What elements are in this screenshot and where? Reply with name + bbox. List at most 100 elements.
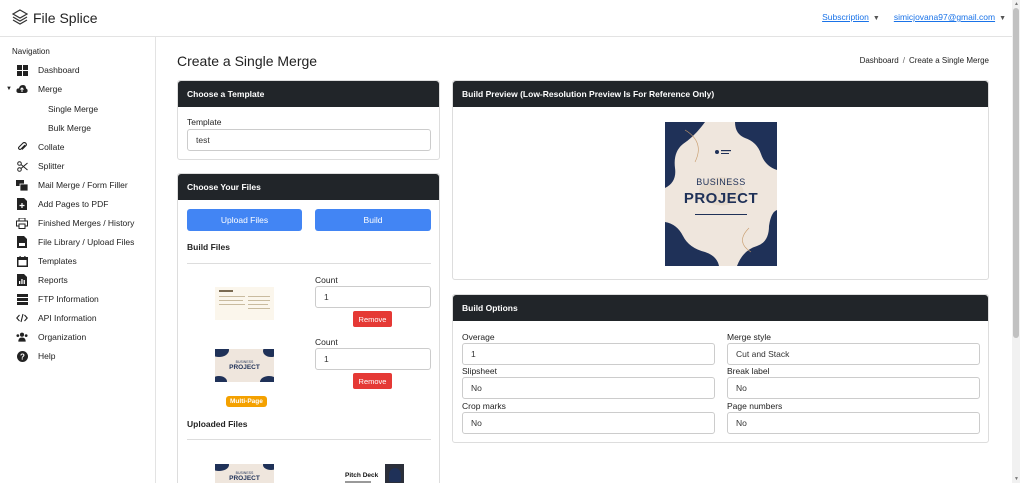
sidebar-item-ftp[interactable]: FTP Information: [16, 291, 99, 307]
build-button[interactable]: Build: [315, 209, 431, 231]
printer-icon: [16, 217, 28, 229]
count-label: Count: [315, 337, 338, 347]
sidebar-subitem-bulk-merge[interactable]: Bulk Merge: [48, 123, 91, 133]
top-bar: File Splice Subscription ▼ simicjovana97@…: [0, 0, 1012, 37]
sidebar-item-splitter[interactable]: Splitter: [16, 158, 64, 174]
sidebar-item-label: Reports: [38, 275, 68, 285]
server-icon: [16, 293, 28, 305]
overage-input[interactable]: 1: [462, 343, 715, 365]
breadcrumb-current: Create a Single Merge: [908, 56, 989, 65]
sidebar-item-collate[interactable]: Collate: [16, 139, 64, 155]
build-options-card: Build Options Overage 1 Merge style Cut …: [452, 294, 989, 443]
expand-caret-icon[interactable]: ▼: [6, 86, 12, 92]
sidebar: Navigation Dashboard ▼ Merge Single Merg…: [0, 37, 156, 483]
sidebar-item-merge[interactable]: Merge: [16, 81, 62, 97]
account-menu[interactable]: simicjovana97@gmail.com ▼: [894, 12, 1006, 22]
sidebar-item-label: Add Pages to PDF: [38, 199, 109, 209]
sidebar-item-label: Organization: [38, 332, 87, 342]
remove-button[interactable]: Remove: [353, 373, 392, 389]
caret-down-icon: ▼: [872, 15, 880, 22]
slipsheet-label: Slipsheet: [462, 366, 497, 376]
sidebar-item-dashboard[interactable]: Dashboard: [16, 62, 80, 78]
account-email-link[interactable]: simicjovana97@gmail.com: [894, 12, 995, 22]
divider: [187, 263, 431, 264]
sidebar-item-reports[interactable]: Reports: [16, 272, 68, 288]
sidebar-item-label: Finished Merges / History: [38, 218, 135, 228]
scroll-down-icon[interactable]: ▼: [1014, 476, 1019, 482]
sidebar-item-organization[interactable]: Organization: [16, 329, 86, 345]
question-icon: ?: [16, 350, 28, 362]
build-options-title: Build Options: [453, 295, 988, 321]
sidebar-item-label: API Information: [38, 313, 97, 323]
crop-marks-select[interactable]: No: [462, 412, 715, 434]
file-add-icon: [16, 198, 28, 210]
files-card-title: Choose Your Files: [178, 174, 439, 200]
build-file-thumbnail[interactable]: BUSINESS PROJECT: [215, 349, 274, 382]
upload-files-button[interactable]: Upload Files: [187, 209, 302, 231]
svg-text:?: ?: [20, 352, 25, 361]
remove-button[interactable]: Remove: [353, 311, 392, 327]
sidebar-item-label: Templates: [38, 256, 77, 266]
page-numbers-label: Page numbers: [727, 401, 783, 411]
sidebar-item-label: Help: [38, 351, 56, 361]
scissors-icon: [16, 160, 28, 172]
app-name: File Splice: [33, 10, 98, 26]
merge-style-label: Merge style: [727, 332, 771, 342]
uploaded-file-thumbnail[interactable]: Pitch Deck: [344, 464, 404, 483]
mail-merge-icon: [16, 179, 28, 191]
layers-logo-icon: [11, 9, 29, 27]
build-file-thumbnail[interactable]: [215, 287, 274, 320]
page-title: Create a Single Merge: [177, 53, 318, 69]
cloud-upload-icon: [16, 83, 28, 95]
subscription-link[interactable]: Subscription: [822, 12, 869, 22]
preview-card-title: Build Preview (Low-Resolution Preview Is…: [453, 81, 988, 107]
pdf-file-icon: [16, 236, 28, 248]
app-logo[interactable]: File Splice: [11, 9, 98, 27]
scroll-up-icon[interactable]: ▲: [1014, 1, 1019, 7]
nav-heading: Navigation: [12, 47, 50, 56]
break-label-label: Break label: [727, 366, 770, 376]
count-input[interactable]: 1: [315, 348, 431, 370]
template-select[interactable]: test: [187, 129, 431, 151]
sidebar-item-mail-merge[interactable]: Mail Merge / Form Filler: [16, 177, 128, 193]
breadcrumb-dashboard[interactable]: Dashboard: [860, 56, 899, 65]
scrollbar-thumb[interactable]: [1013, 8, 1019, 338]
sidebar-item-finished-merges[interactable]: Finished Merges / History: [16, 215, 134, 231]
build-preview-image: BUSINESS PROJECT: [665, 122, 777, 266]
uploaded-file-thumbnail[interactable]: BUSINESS PROJECT: [215, 464, 274, 483]
sidebar-item-label: Merge: [38, 84, 63, 94]
thumb-cover-line2: PROJECT: [229, 364, 260, 371]
caret-down-icon: ▼: [999, 15, 1006, 22]
thumb-pitch-deck-title: Pitch Deck: [345, 472, 379, 479]
sidebar-item-add-pages[interactable]: Add Pages to PDF: [16, 196, 108, 212]
uploaded-files-heading: Uploaded Files: [187, 419, 248, 429]
template-label: Template: [187, 117, 222, 127]
preview-cover-line1: BUSINESS: [696, 177, 746, 187]
paperclip-icon: [16, 141, 28, 153]
template-card-title: Choose a Template: [178, 81, 439, 107]
sidebar-item-label: File Library / Upload Files: [38, 237, 135, 247]
slipsheet-select[interactable]: No: [462, 377, 715, 399]
sidebar-item-templates[interactable]: Templates: [16, 253, 77, 269]
sidebar-item-file-library[interactable]: File Library / Upload Files: [16, 234, 134, 250]
code-icon: [16, 312, 28, 324]
sidebar-item-help[interactable]: ? Help: [16, 348, 55, 364]
users-icon: [16, 331, 28, 343]
chart-icon: [16, 274, 28, 286]
sidebar-item-label: FTP Information: [38, 294, 99, 304]
sidebar-item-api[interactable]: API Information: [16, 310, 97, 326]
calendar-icon: [16, 255, 28, 267]
subscription-menu[interactable]: Subscription ▼: [822, 12, 880, 22]
break-label-select[interactable]: No: [727, 377, 980, 399]
sidebar-item-label: Dashboard: [38, 65, 80, 75]
scrollbar[interactable]: ▲ ▼: [1012, 0, 1020, 483]
breadcrumb: Dashboard / Create a Single Merge: [860, 56, 989, 65]
grid-icon: [16, 64, 28, 76]
template-card: Choose a Template Template test: [177, 80, 440, 160]
page-numbers-select[interactable]: No: [727, 412, 980, 434]
count-input[interactable]: 1: [315, 286, 431, 308]
sidebar-item-label: Collate: [38, 142, 65, 152]
thumb-cover-line2: PROJECT: [229, 475, 260, 482]
sidebar-subitem-single-merge[interactable]: Single Merge: [48, 104, 98, 114]
merge-style-select[interactable]: Cut and Stack: [727, 343, 980, 365]
